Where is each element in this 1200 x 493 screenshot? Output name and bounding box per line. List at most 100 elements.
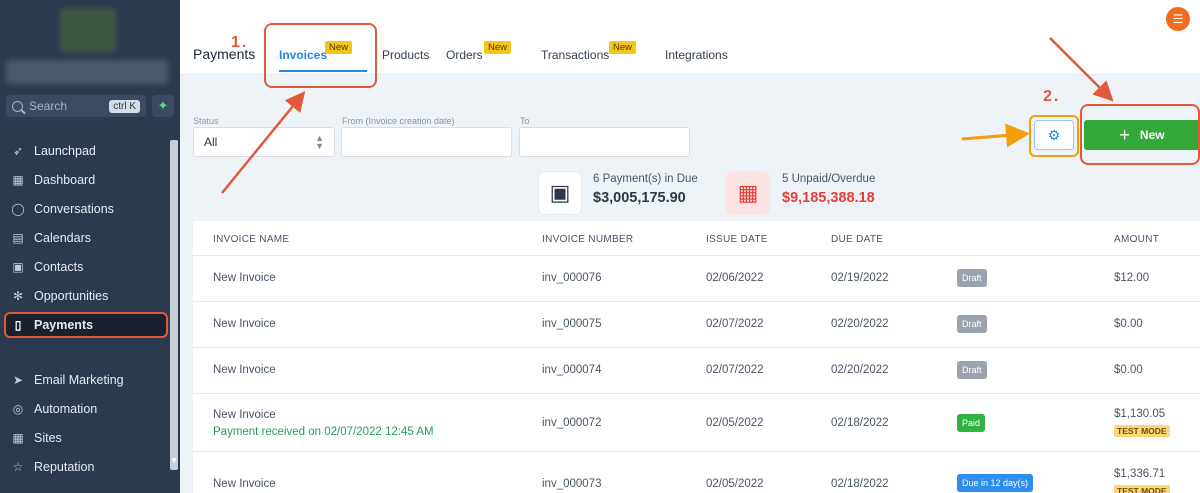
table-row[interactable]: New Invoice inv_000074 02/07/2022 02/20/… bbox=[193, 347, 1200, 393]
test-mode-badge: TEST MODE bbox=[1114, 425, 1170, 437]
rocket-icon: ➶ bbox=[12, 144, 24, 158]
issue-date: 02/07/2022 bbox=[706, 318, 764, 330]
column-header-issue-date[interactable]: ISSUE DATE bbox=[706, 234, 768, 245]
chat-icon: ◯ bbox=[11, 202, 25, 216]
status-filter-label: Status bbox=[193, 116, 219, 126]
list-icon: ☰ bbox=[1172, 12, 1184, 26]
status-badge: Draft bbox=[957, 361, 987, 379]
settings-arrow bbox=[961, 123, 1030, 148]
search-icon bbox=[12, 100, 23, 112]
sidebar-item-label: Conversations bbox=[34, 202, 114, 216]
sidebar-item-contacts[interactable]: ▣ Contacts bbox=[10, 256, 170, 278]
invoice-number: inv_000075 bbox=[542, 318, 602, 330]
sidebar-item-calendars[interactable]: ▤ Calendars bbox=[10, 227, 170, 249]
step1-highlight bbox=[264, 23, 377, 88]
status-badge: Paid bbox=[957, 414, 986, 432]
search-placeholder: Search bbox=[29, 99, 68, 113]
sidebar-item-label: Automation bbox=[34, 402, 98, 416]
status-badge: Draft bbox=[957, 269, 987, 287]
status-badge: Due in 12 day(s) bbox=[957, 474, 1034, 492]
column-header-invoice-number[interactable]: INVOICE NUMBER bbox=[542, 234, 633, 245]
status-badge: Draft bbox=[957, 315, 987, 333]
step1-number: 1. bbox=[231, 34, 249, 51]
sidebar-item-label: Dashboard bbox=[34, 173, 96, 187]
scroll-down-icon[interactable]: ▼ bbox=[170, 456, 178, 465]
opportunities-icon: ✻ bbox=[12, 289, 24, 303]
chevron-updown-icon: ▲ ▼ bbox=[315, 133, 324, 151]
menu-button[interactable]: ☰ bbox=[1166, 7, 1190, 31]
to-date-input[interactable] bbox=[519, 127, 690, 157]
invoices-table: INVOICE NAME INVOICE NUMBER ISSUE DATE D… bbox=[193, 221, 1200, 493]
sidebar-item-label: Email Marketing bbox=[34, 373, 124, 387]
status-select[interactable]: All ▲ ▼ bbox=[193, 127, 335, 157]
invoice-amount: $1,336.71 bbox=[1114, 468, 1166, 480]
issue-date: 02/06/2022 bbox=[706, 272, 764, 284]
column-header-due-date[interactable]: DUE DATE bbox=[831, 234, 883, 245]
sidebar-item-payments[interactable]: ▯ Payments bbox=[4, 312, 168, 338]
new-badge: New bbox=[609, 41, 637, 54]
invoice-number: inv_000074 bbox=[542, 364, 602, 376]
sparkle-icon: ✦ bbox=[157, 98, 169, 113]
table-row[interactable]: New Invoice inv_000073 02/05/2022 02/18/… bbox=[193, 451, 1200, 493]
sidebar-item-reputation[interactable]: ☆ Reputation bbox=[10, 456, 170, 478]
quick-action-button[interactable]: ✦ bbox=[152, 95, 174, 117]
invoice-number: inv_000076 bbox=[542, 272, 602, 284]
column-header-amount[interactable]: AMOUNT bbox=[1114, 234, 1159, 245]
settings-highlight bbox=[1029, 115, 1079, 157]
star-icon: ☆ bbox=[12, 460, 24, 474]
status-select-value: All bbox=[204, 135, 218, 149]
invoice-amount: $1,130.05 bbox=[1114, 408, 1166, 420]
sidebar-item-conversations[interactable]: ◯ Conversations bbox=[10, 198, 170, 220]
search-shortcut: ctrl K bbox=[109, 99, 140, 113]
step2-number: 2. bbox=[1043, 88, 1061, 105]
sidebar-item-email-marketing[interactable]: ➤ Email Marketing bbox=[10, 369, 170, 391]
tab-integrations[interactable]: Integrations bbox=[665, 48, 728, 62]
column-header-invoice-name[interactable]: INVOICE NAME bbox=[213, 234, 289, 245]
sidebar-item-dashboard[interactable]: ▦ Dashboard bbox=[10, 169, 170, 191]
overdue-amount: $9,185,388.18 bbox=[782, 190, 875, 206]
invoice-name: New Invoice bbox=[213, 272, 276, 284]
step2-highlight bbox=[1080, 104, 1200, 165]
globe-icon: ▦ bbox=[12, 431, 24, 445]
to-date-label: To bbox=[520, 116, 530, 126]
table-row[interactable]: New Invoice Payment received on 02/07/20… bbox=[193, 393, 1200, 451]
invoice-name: New Invoice bbox=[213, 409, 276, 421]
invoice-amount: $0.00 bbox=[1114, 318, 1143, 330]
due-payments-amount: $3,005,175.90 bbox=[593, 190, 686, 206]
sidebar-item-sites[interactable]: ▦ Sites bbox=[10, 427, 170, 449]
sidebar-item-opportunities[interactable]: ✻ Opportunities bbox=[10, 285, 170, 307]
due-date: 02/18/2022 bbox=[831, 478, 889, 490]
tab-orders[interactable]: Orders bbox=[446, 48, 483, 62]
due-date: 02/20/2022 bbox=[831, 364, 889, 376]
tab-transactions[interactable]: Transactions bbox=[541, 48, 609, 62]
sidebar-item-automation[interactable]: ◎ Automation bbox=[10, 398, 170, 420]
invoice-number: inv_000073 bbox=[542, 478, 602, 490]
due-payments-label: 6 Payment(s) in Due bbox=[593, 173, 698, 185]
from-date-label: From (Invoice creation date) bbox=[342, 116, 455, 126]
sidebar-item-launchpad[interactable]: ➶ Launchpad bbox=[10, 140, 170, 162]
account-switcher[interactable] bbox=[6, 60, 168, 84]
test-mode-badge: TEST MODE bbox=[1114, 485, 1170, 493]
invoice-name: New Invoice bbox=[213, 364, 276, 376]
invoice-number: inv_000072 bbox=[542, 417, 602, 429]
tab-products[interactable]: Products bbox=[382, 48, 429, 62]
sidebar-item-label: Launchpad bbox=[34, 144, 96, 158]
sidebar-item-label: Calendars bbox=[34, 231, 91, 245]
sidebar-item-label: Reputation bbox=[34, 460, 95, 474]
sidebar-item-label: Sites bbox=[34, 431, 62, 445]
sidebar-item-label: Payments bbox=[34, 318, 94, 332]
from-date-input[interactable] bbox=[341, 127, 512, 157]
payment-received-note: Payment received on 02/07/2022 12:45 AM bbox=[213, 426, 434, 438]
table-row[interactable]: New Invoice inv_000075 02/07/2022 02/20/… bbox=[193, 301, 1200, 347]
calendar-clock-icon: ▣ bbox=[538, 171, 582, 215]
send-icon: ➤ bbox=[12, 373, 24, 387]
issue-date: 02/05/2022 bbox=[706, 417, 764, 429]
automation-icon: ◎ bbox=[12, 402, 24, 416]
table-row[interactable]: New Invoice inv_000076 02/06/2022 02/19/… bbox=[193, 255, 1200, 301]
search-input[interactable]: Search ctrl K bbox=[6, 95, 146, 117]
sidebar-scrollbar[interactable] bbox=[170, 140, 178, 470]
new-badge: New bbox=[484, 41, 512, 54]
invoice-name: New Invoice bbox=[213, 318, 276, 330]
grid-icon: ▦ bbox=[12, 173, 24, 187]
sidebar-item-label: Opportunities bbox=[34, 289, 109, 303]
